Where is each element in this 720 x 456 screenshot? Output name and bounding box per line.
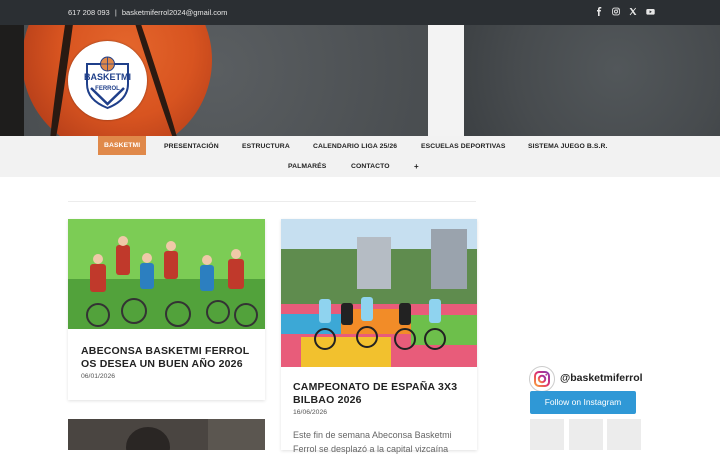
nav-item-palmares[interactable]: PALMARÉS: [288, 163, 326, 170]
post-card[interactable]: ABECONSA BASKETMI FERROL OS DESEA UN BUE…: [68, 219, 265, 400]
nav-item-contacto[interactable]: CONTACTO: [351, 163, 390, 170]
site-logo[interactable]: BASKETMI FERROL: [68, 41, 147, 120]
phone-number[interactable]: 617 208 093: [68, 8, 110, 17]
post-title-line: OS DESEA UN BUEN AÑO 2026: [81, 358, 243, 370]
post-excerpt-line: Este fin de semana Abeconsa Basketmi: [293, 430, 452, 440]
team-photo-illustration: [68, 219, 265, 329]
nav-item-escuelas[interactable]: ESCUELAS DEPORTIVAS: [421, 143, 505, 150]
post-card[interactable]: [68, 419, 265, 456]
post-title-line: BILBAO 2026: [293, 394, 362, 406]
follow-instagram-button[interactable]: Follow on Instagram: [530, 391, 636, 414]
nav-item-calendario[interactable]: CALENDARIO LIGA 25/26: [313, 143, 397, 150]
email-link[interactable]: basketmiferrol2024@gmail.com: [122, 8, 228, 17]
post-excerpt-line: Ferrol se desplazó a la capital vizcaína: [293, 444, 449, 454]
content-divider: [68, 201, 476, 202]
instagram-handle[interactable]: @basketmiferrol: [560, 372, 643, 384]
instagram-icon: [534, 371, 550, 387]
hero-left-edge: [0, 25, 24, 136]
court-background-right: [463, 25, 720, 136]
post-date: 06/01/2026: [81, 373, 116, 380]
contact-info: 617 208 093 | basketmiferrol2024@gmail.c…: [68, 8, 227, 17]
instagram-thumbnail[interactable]: [569, 419, 603, 450]
instagram-icon[interactable]: [612, 7, 620, 16]
nav-item-estructura[interactable]: ESTRUCTURA: [242, 143, 290, 150]
post-title-line: ABECONSA BASKETMI FERROL: [81, 345, 250, 357]
post-image[interactable]: [281, 219, 477, 367]
nav-item-more[interactable]: +: [414, 162, 419, 171]
post-image[interactable]: [68, 219, 265, 329]
nav-item-sistema-juego[interactable]: SISTEMA JUEGO B.S.R.: [528, 143, 608, 150]
post-title[interactable]: ABECONSA BASKETMI FERROL OS DESEA UN BUE…: [81, 345, 249, 371]
logo-text-top: BASKETMI: [84, 72, 131, 82]
post-date: 16/06/2026: [293, 409, 328, 416]
instagram-thumbnail[interactable]: [530, 419, 564, 450]
post-excerpt: Este fin de semana Abeconsa Basketmi Fer…: [293, 428, 452, 456]
nav-item-basketmi[interactable]: BASKETMI: [98, 136, 147, 155]
contact-separator: |: [114, 8, 117, 17]
nav-item-presentacion[interactable]: PRESENTACIÓN: [164, 143, 219, 150]
post-title-line: CAMPEONATO DE ESPAÑA 3X3: [293, 381, 458, 393]
instagram-thumbnail[interactable]: [607, 419, 641, 450]
post-image[interactable]: [68, 419, 265, 456]
court-line: [428, 25, 464, 136]
instagram-avatar[interactable]: [529, 366, 555, 392]
post-card[interactable]: CAMPEONATO DE ESPAÑA 3X3 BILBAO 2026 16/…: [281, 219, 477, 454]
facebook-icon[interactable]: [595, 7, 603, 16]
youtube-icon[interactable]: [646, 7, 655, 16]
main-navigation: BASKETMI PRESENTACIÓN ESTRUCTURA CALENDA…: [0, 136, 720, 177]
team-photo-illustration: [281, 219, 477, 367]
top-bar: 617 208 093 | basketmiferrol2024@gmail.c…: [0, 0, 720, 25]
x-icon[interactable]: [629, 7, 637, 16]
logo-text-bottom: FERROL: [95, 86, 120, 92]
post-title[interactable]: CAMPEONATO DE ESPAÑA 3X3 BILBAO 2026: [293, 381, 457, 407]
social-links: [595, 7, 655, 16]
logo-badge: BASKETMI FERROL: [84, 56, 131, 110]
